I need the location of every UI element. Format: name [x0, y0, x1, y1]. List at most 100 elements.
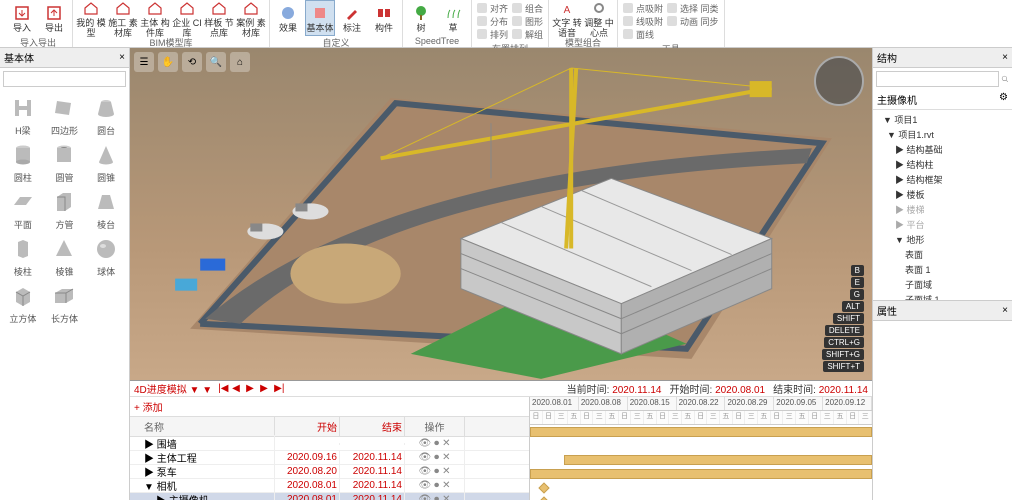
- tree-node[interactable]: 子面域 1: [875, 292, 1010, 300]
- search-icon[interactable]: [1001, 72, 1009, 86]
- 调整 中心点-button[interactable]: 调整 中心点: [584, 0, 614, 36]
- arrange-item[interactable]: 对齐: [477, 2, 508, 14]
- visibility-icon[interactable]: 👁: [418, 466, 431, 477]
- shape-sqtube[interactable]: 方管: [46, 188, 84, 231]
- visibility-icon[interactable]: 👁: [418, 452, 431, 463]
- visibility-icon[interactable]: 👁: [418, 480, 431, 491]
- date-header: 2020.08.01: [530, 397, 579, 410]
- arrange-item[interactable]: 解组: [512, 28, 543, 40]
- key-hint: DELETE: [825, 325, 864, 336]
- tree-node[interactable]: ▶ 结构基础: [875, 142, 1010, 157]
- lib-button[interactable]: 企业 CI库: [172, 0, 202, 36]
- tree-node[interactable]: 子面域: [875, 277, 1010, 292]
- visibility-icon[interactable]: 👁: [418, 494, 431, 500]
- first-button[interactable]: |◀: [218, 383, 230, 395]
- lib-button[interactable]: 案例 素材库: [236, 0, 266, 36]
- delete-icon[interactable]: ✕: [442, 466, 450, 477]
- search-input[interactable]: [3, 71, 126, 87]
- tree-node[interactable]: ▶ 结构框架: [875, 172, 1010, 187]
- arrange-item[interactable]: 组合: [512, 2, 543, 14]
- timeline-row[interactable]: ▶ 主摄像机2020.08.012020.11.14👁⏺✕: [130, 493, 529, 500]
- arrange-item[interactable]: 排列: [477, 28, 508, 40]
- export-button[interactable]: 导出: [39, 0, 69, 36]
- tool-item[interactable]: 面线: [623, 28, 663, 40]
- zoom-icon[interactable]: 🔍: [206, 52, 226, 72]
- add-button[interactable]: + 添加: [130, 397, 529, 417]
- delete-icon[interactable]: ✕: [442, 494, 450, 500]
- prev-button[interactable]: ◀: [232, 383, 244, 395]
- close-icon[interactable]: ×: [119, 52, 125, 63]
- tool-item[interactable]: 动画 同步: [667, 15, 719, 27]
- delete-icon[interactable]: ✕: [442, 452, 450, 463]
- lock-icon[interactable]: ⏺: [434, 466, 439, 477]
- 效果-button[interactable]: 效果: [273, 0, 303, 36]
- construction-scene: [130, 48, 872, 379]
- arrange-item[interactable]: 分布: [477, 15, 508, 27]
- shape-cyl[interactable]: 圆柱: [4, 141, 42, 184]
- shape-tube[interactable]: 圆管: [46, 141, 84, 184]
- tree-node[interactable]: ▼ 项目1.rvt: [875, 127, 1010, 142]
- pan-icon[interactable]: ✋: [158, 52, 178, 72]
- tree-node[interactable]: ▶ 平台: [875, 217, 1010, 232]
- 树-button[interactable]: 树: [406, 0, 436, 36]
- tree-node[interactable]: ▼ 项目1: [875, 112, 1010, 127]
- tree-node[interactable]: 表面: [875, 247, 1010, 262]
- next-button[interactable]: ▶: [260, 383, 272, 395]
- shape-hbeam[interactable]: H梁: [4, 94, 42, 137]
- import-button[interactable]: 导入: [7, 0, 37, 36]
- 文字 转语音-button[interactable]: A文字 转语音: [552, 0, 582, 36]
- shape-plane[interactable]: 平面: [4, 188, 42, 231]
- 基本体-button[interactable]: 基本体: [305, 0, 335, 36]
- 标注-button[interactable]: 标注: [337, 0, 367, 36]
- 构件-button[interactable]: 构件: [369, 0, 399, 36]
- key-hint: G: [850, 289, 864, 300]
- delete-icon[interactable]: ✕: [442, 480, 450, 491]
- shape-prismf[interactable]: 棱台: [87, 188, 125, 231]
- svg-text:A: A: [564, 5, 571, 16]
- lib-button[interactable]: 我的 模型: [76, 0, 106, 36]
- visibility-icon[interactable]: 👁: [418, 438, 431, 449]
- viewport-3d[interactable]: ☰ ✋ ⟲ 🔍 ⌂: [130, 48, 872, 380]
- key-hint: CTRL+G: [824, 337, 864, 348]
- tree-node[interactable]: 表面 1: [875, 262, 1010, 277]
- tool-item[interactable]: 选择 同类: [667, 2, 719, 14]
- shape-box[interactable]: 长方体: [46, 282, 84, 325]
- lib-button[interactable]: 主体 构件库: [140, 0, 170, 36]
- key-hint: SHIFT+T: [823, 361, 864, 372]
- filter-icon[interactable]: ⚙: [999, 92, 1008, 107]
- ribbon: 导入 导出 导入导出 我的 模型施工 素材库主体 构件库企业 CI库样板 节点库…: [0, 0, 1012, 48]
- shape-quad[interactable]: 四边形: [46, 94, 84, 137]
- delete-icon[interactable]: ✕: [442, 438, 450, 449]
- shape-pyramid[interactable]: 棱锥: [46, 235, 84, 278]
- play-button[interactable]: ▶: [246, 383, 258, 395]
- lock-icon[interactable]: ⏺: [434, 494, 439, 500]
- tree-node[interactable]: ▶ 结构柱: [875, 157, 1010, 172]
- tree-node[interactable]: ▼ 地形: [875, 232, 1010, 247]
- lock-icon[interactable]: ⏺: [434, 438, 439, 449]
- arrange-item[interactable]: 图形: [512, 15, 543, 27]
- tool-item[interactable]: 线吸附: [623, 15, 663, 27]
- lib-button[interactable]: 样板 节点库: [204, 0, 234, 36]
- last-button[interactable]: ▶|: [274, 383, 286, 395]
- lib-button[interactable]: 施工 素材库: [108, 0, 138, 36]
- tree-node[interactable]: ▶ 楼板: [875, 187, 1010, 202]
- timeline-title[interactable]: 4D进度模拟 ▼ ▼: [134, 381, 212, 396]
- home-icon[interactable]: ⌂: [230, 52, 250, 72]
- search-input[interactable]: [876, 71, 999, 87]
- shape-frustum[interactable]: 圆台: [87, 94, 125, 137]
- shape-cube[interactable]: 立方体: [4, 282, 42, 325]
- close-icon[interactable]: ×: [1002, 305, 1008, 316]
- nav-menu-icon[interactable]: ☰: [134, 52, 154, 72]
- shape-cone[interactable]: 圆锥: [87, 141, 125, 184]
- date-header: 2020.08.15: [628, 397, 677, 410]
- lock-icon[interactable]: ⏺: [434, 452, 439, 463]
- shape-prism[interactable]: 棱柱: [4, 235, 42, 278]
- structure-panel: 结构× 主摄像机⚙ ▼ 项目1▼ 项目1.rvt▶ 结构基础▶ 结构柱▶ 结构框…: [872, 48, 1012, 500]
- shape-sphere[interactable]: 球体: [87, 235, 125, 278]
- tree-node[interactable]: ▶ 楼梯: [875, 202, 1010, 217]
- close-icon[interactable]: ×: [1002, 52, 1008, 63]
- 草-button[interactable]: 草: [438, 0, 468, 36]
- lock-icon[interactable]: ⏺: [434, 480, 439, 491]
- tool-item[interactable]: 点吸附: [623, 2, 663, 14]
- orbit-icon[interactable]: ⟲: [182, 52, 202, 72]
